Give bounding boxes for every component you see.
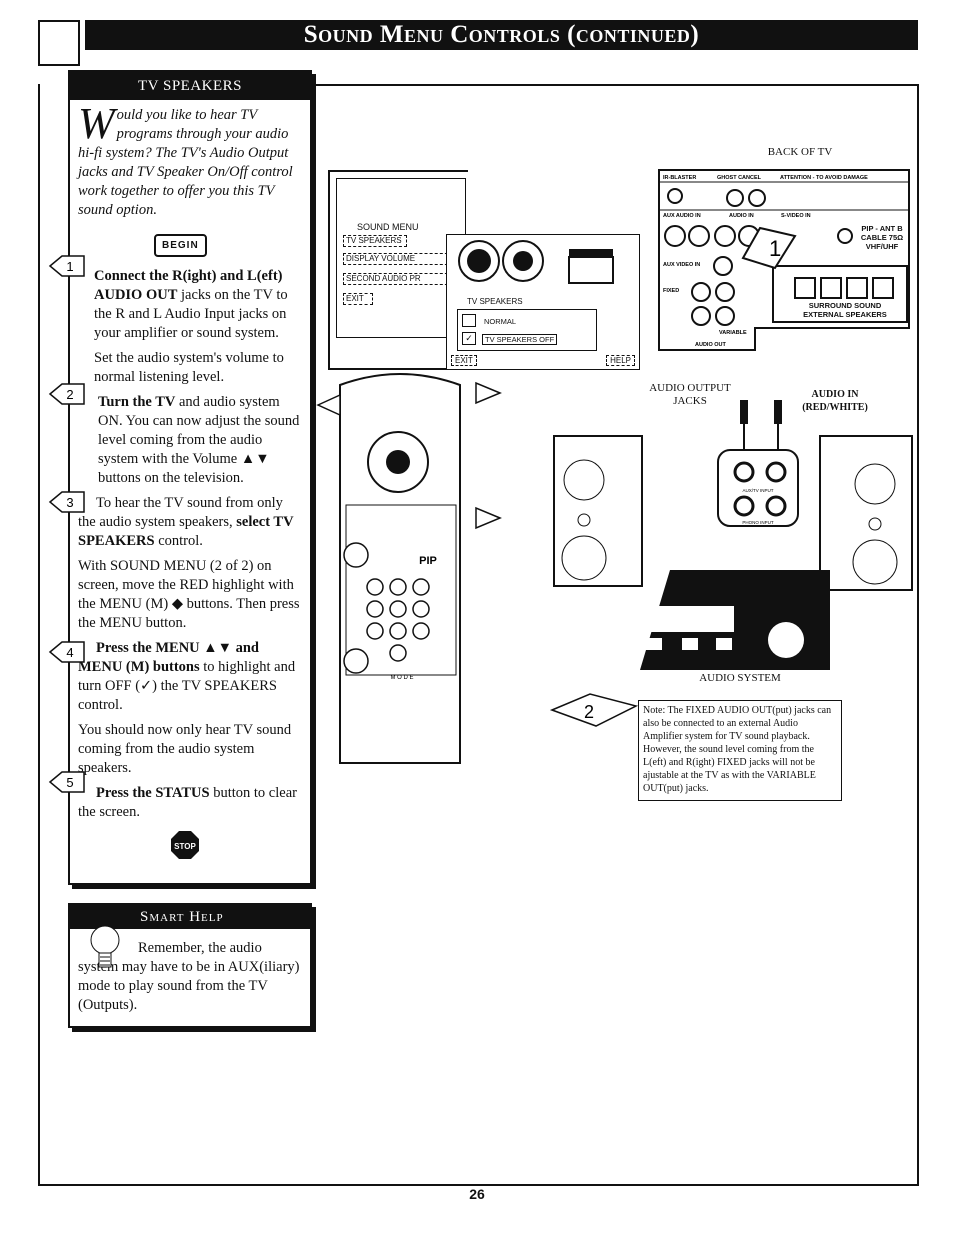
back-of-tv-label: BACK OF TV [767, 146, 833, 158]
smart-help-box: Smart Help Remember, the audio system ma… [68, 903, 312, 1028]
intro-text: Would you like to hear TV programs throu… [78, 99, 302, 220]
menu-item-second-audio[interactable]: SECOND AUDIO PR [343, 273, 453, 285]
audio-out-label: AUDIO OUT [695, 342, 727, 348]
audio-in-label: AUDIO IN [729, 213, 754, 219]
step-3-number: 3 [66, 495, 73, 510]
step-number-arrows: 1 2 3 4 5 [48, 255, 85, 793]
submenu-help-button[interactable]: HELP [606, 355, 635, 366]
film-reels-icon [458, 240, 614, 284]
step-2-bold: Turn the TV [98, 394, 176, 410]
step-5-callout-icon [475, 381, 502, 405]
option-normal[interactable]: NORMAL [484, 317, 516, 326]
menu-item-exit[interactable]: EXIT [343, 293, 373, 305]
normal-checkbox[interactable] [462, 314, 476, 327]
frame-top-line [312, 84, 919, 86]
step-3-arrow-icon: 3 [48, 491, 85, 513]
step-4-callout-right-icon [475, 506, 502, 530]
tv-screen-illustration: SOUND MENU TV SPEAKERS DISPLAY VOLUME SE… [328, 170, 640, 370]
audio-system-illustration: AUX/TV INPUT PHONO INPUT [553, 400, 913, 670]
step-1: Connect the R(ight) and L(eft) AUDIO OUT… [94, 267, 302, 387]
right-speaker-icon [819, 435, 913, 591]
phono-input-label: PHONO INPUT [742, 520, 774, 525]
lightbulb-icon [90, 925, 120, 968]
remote-control-illustration: PIP M O D E [316, 373, 502, 764]
step-1-arrow-icon: 1 [48, 255, 85, 277]
aux-input-label: AUX/TV INPUT [742, 488, 773, 493]
step-2-number: 2 [66, 387, 73, 402]
receiver-icon [640, 570, 830, 670]
s-video-in-label: S-VIDEO IN [781, 213, 811, 219]
tv-back-panel: IR-BLASTER GHOST CANCEL ATTENTION - TO A… [658, 169, 910, 351]
aux-video-in-label: AUX VIDEO IN [663, 262, 700, 268]
step-5: Press the STATUS button to clear the scr… [78, 784, 302, 822]
submenu-title: TV SPEAKERS [467, 297, 523, 306]
sound-menu-title: SOUND MENU [357, 222, 419, 232]
begin-badge: BEGIN [154, 234, 207, 257]
variable-label: VARIABLE [719, 330, 747, 336]
panel-heading: TV Speakers [70, 72, 310, 100]
header-box-icon [38, 20, 80, 66]
step-4-number: 4 [66, 645, 73, 660]
option-tv-speakers-off[interactable]: TV SPEAKERS OFF [482, 334, 558, 345]
tv-speakers-submenu: TV SPEAKERS NORMAL ✓ TV SPEAKERS OFF EXI… [446, 234, 640, 370]
ir-blaster-label: IR-BLASTER [663, 175, 696, 181]
step-5-number: 5 [66, 775, 73, 790]
step-4: Press the MENU ▲▼ and MENU (M) buttons t… [78, 639, 302, 778]
step-3-extra: With SOUND MENU (2 of 2) on screen, move… [78, 558, 300, 631]
audio-input-jacks-icon: AUX/TV INPUT PHONO INPUT [717, 449, 799, 527]
page-title: Sound Menu Controls (continued) [85, 20, 918, 50]
stop-sign-icon: STOP [171, 831, 199, 859]
stop-text: STOP [174, 842, 196, 851]
fixed-label: FIXED [663, 288, 679, 294]
mode-label: M O D E [390, 675, 413, 681]
step-3: To hear the TV sound from only the audio… [78, 494, 302, 633]
step-5-bold: Press the STATUS [96, 785, 210, 801]
step-4-arrow-icon: 4 [48, 641, 85, 663]
attention-label: ATTENTION - TO AVOID DAMAGE [780, 175, 868, 181]
page-number: 26 [469, 1186, 485, 1202]
hand-step-1-number: 1 [769, 236, 781, 261]
surround-speakers-label: SURROUND SOUND EXTERNAL SPEAKERS [803, 301, 887, 319]
step-4-callout-icon [316, 393, 341, 417]
left-speaker-icon [553, 435, 643, 587]
step-1-number: 1 [66, 259, 73, 274]
step-2-hand-icon: 2 [550, 693, 639, 727]
step-3-text: control. [154, 533, 203, 549]
step-1-extra: Set the audio system's volume to normal … [94, 350, 284, 385]
menu-item-tv-speakers[interactable]: TV SPEAKERS [343, 235, 407, 247]
ghost-cancel-label: GHOST CANCEL [717, 175, 762, 181]
hand-step-2-number: 2 [584, 702, 594, 722]
aux-audio-in-label: AUX AUDIO IN [663, 213, 701, 219]
step-2-arrow-icon: 2 [48, 383, 85, 405]
drop-cap: W [78, 99, 115, 148]
audio-system-label: AUDIO SYSTEM [699, 672, 781, 684]
step-5-arrow-icon: 5 [48, 771, 85, 793]
pip-ant-label: PIP - ANT B CABLE 75Ω VHF/UHF [860, 224, 904, 251]
fixed-audio-note: Note: The FIXED AUDIO OUT(put) jacks can… [638, 700, 842, 801]
step-2: Turn the TV and audio system ON. You can… [78, 393, 302, 488]
pip-label: PIP [419, 555, 437, 567]
step-4-extra: You should now only hear TV sound coming… [78, 722, 292, 776]
speakers-off-checkbox-checked[interactable]: ✓ [462, 332, 476, 345]
tv-speakers-panel: TV Speakers Would you like to hear TV pr… [68, 70, 312, 885]
menu-item-display-volume[interactable]: DISPLAY VOLUME [343, 253, 453, 265]
